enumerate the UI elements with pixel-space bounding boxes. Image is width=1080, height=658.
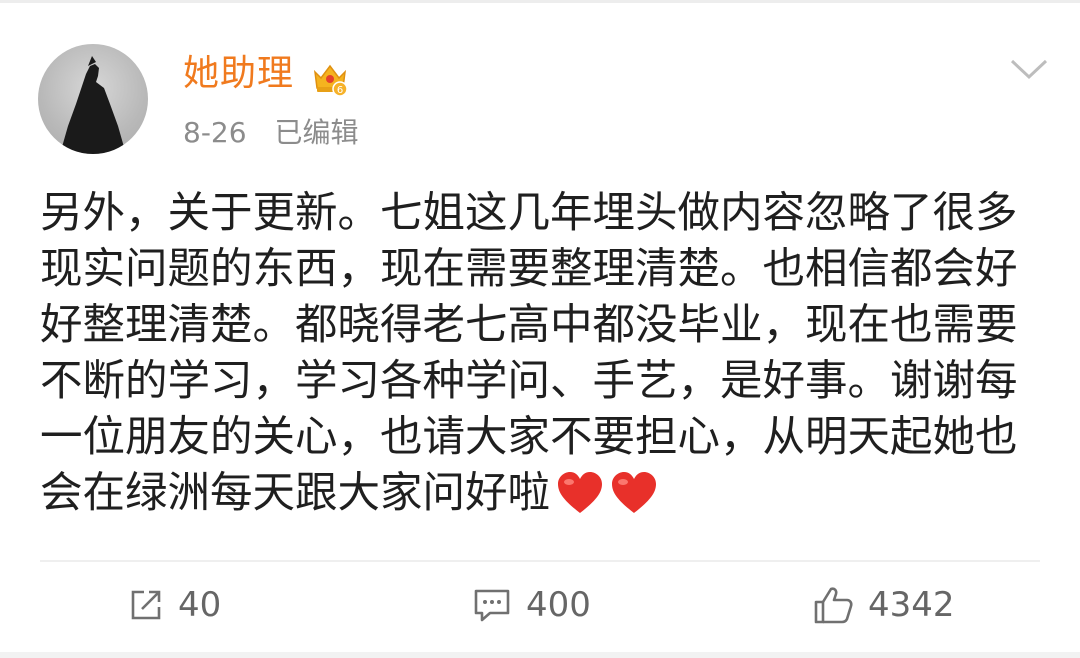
like-button[interactable]: 4342 bbox=[812, 580, 955, 630]
comment-count: 400 bbox=[526, 585, 591, 625]
heart-emoji bbox=[612, 472, 657, 513]
heart-emoji bbox=[558, 472, 603, 513]
comment-icon bbox=[474, 589, 510, 622]
post-text: 另外，关于更新。七姐这几年埋头做内容忽略了很多现实问题的东西，现在需要整理清楚。… bbox=[40, 189, 1018, 518]
crown-badge-icon[interactable]: 6 bbox=[310, 58, 350, 98]
badge-level: 6 bbox=[337, 85, 343, 96]
share-icon bbox=[131, 590, 161, 620]
divider bbox=[40, 560, 1040, 562]
like-count: 4342 bbox=[868, 585, 955, 625]
post-content: 另外，关于更新。七姐这几年埋头做内容忽略了很多现实问题的东西，现在需要整理清楚。… bbox=[40, 186, 1040, 522]
share-count: 40 bbox=[178, 585, 222, 625]
bottom-separator bbox=[0, 652, 1080, 658]
like-icon bbox=[814, 587, 853, 624]
post-date: 8-26 bbox=[183, 116, 247, 149]
top-border bbox=[0, 0, 1080, 3]
avatar[interactable] bbox=[38, 44, 148, 154]
comment-button[interactable]: 400 bbox=[472, 580, 591, 630]
chevron-down-icon[interactable] bbox=[1008, 56, 1050, 82]
share-button[interactable]: 40 bbox=[128, 580, 221, 630]
author-name[interactable]: 她助理 bbox=[183, 52, 294, 96]
post-meta: 8-26 已编辑 bbox=[183, 114, 359, 152]
edited-label: 已编辑 bbox=[274, 116, 359, 149]
